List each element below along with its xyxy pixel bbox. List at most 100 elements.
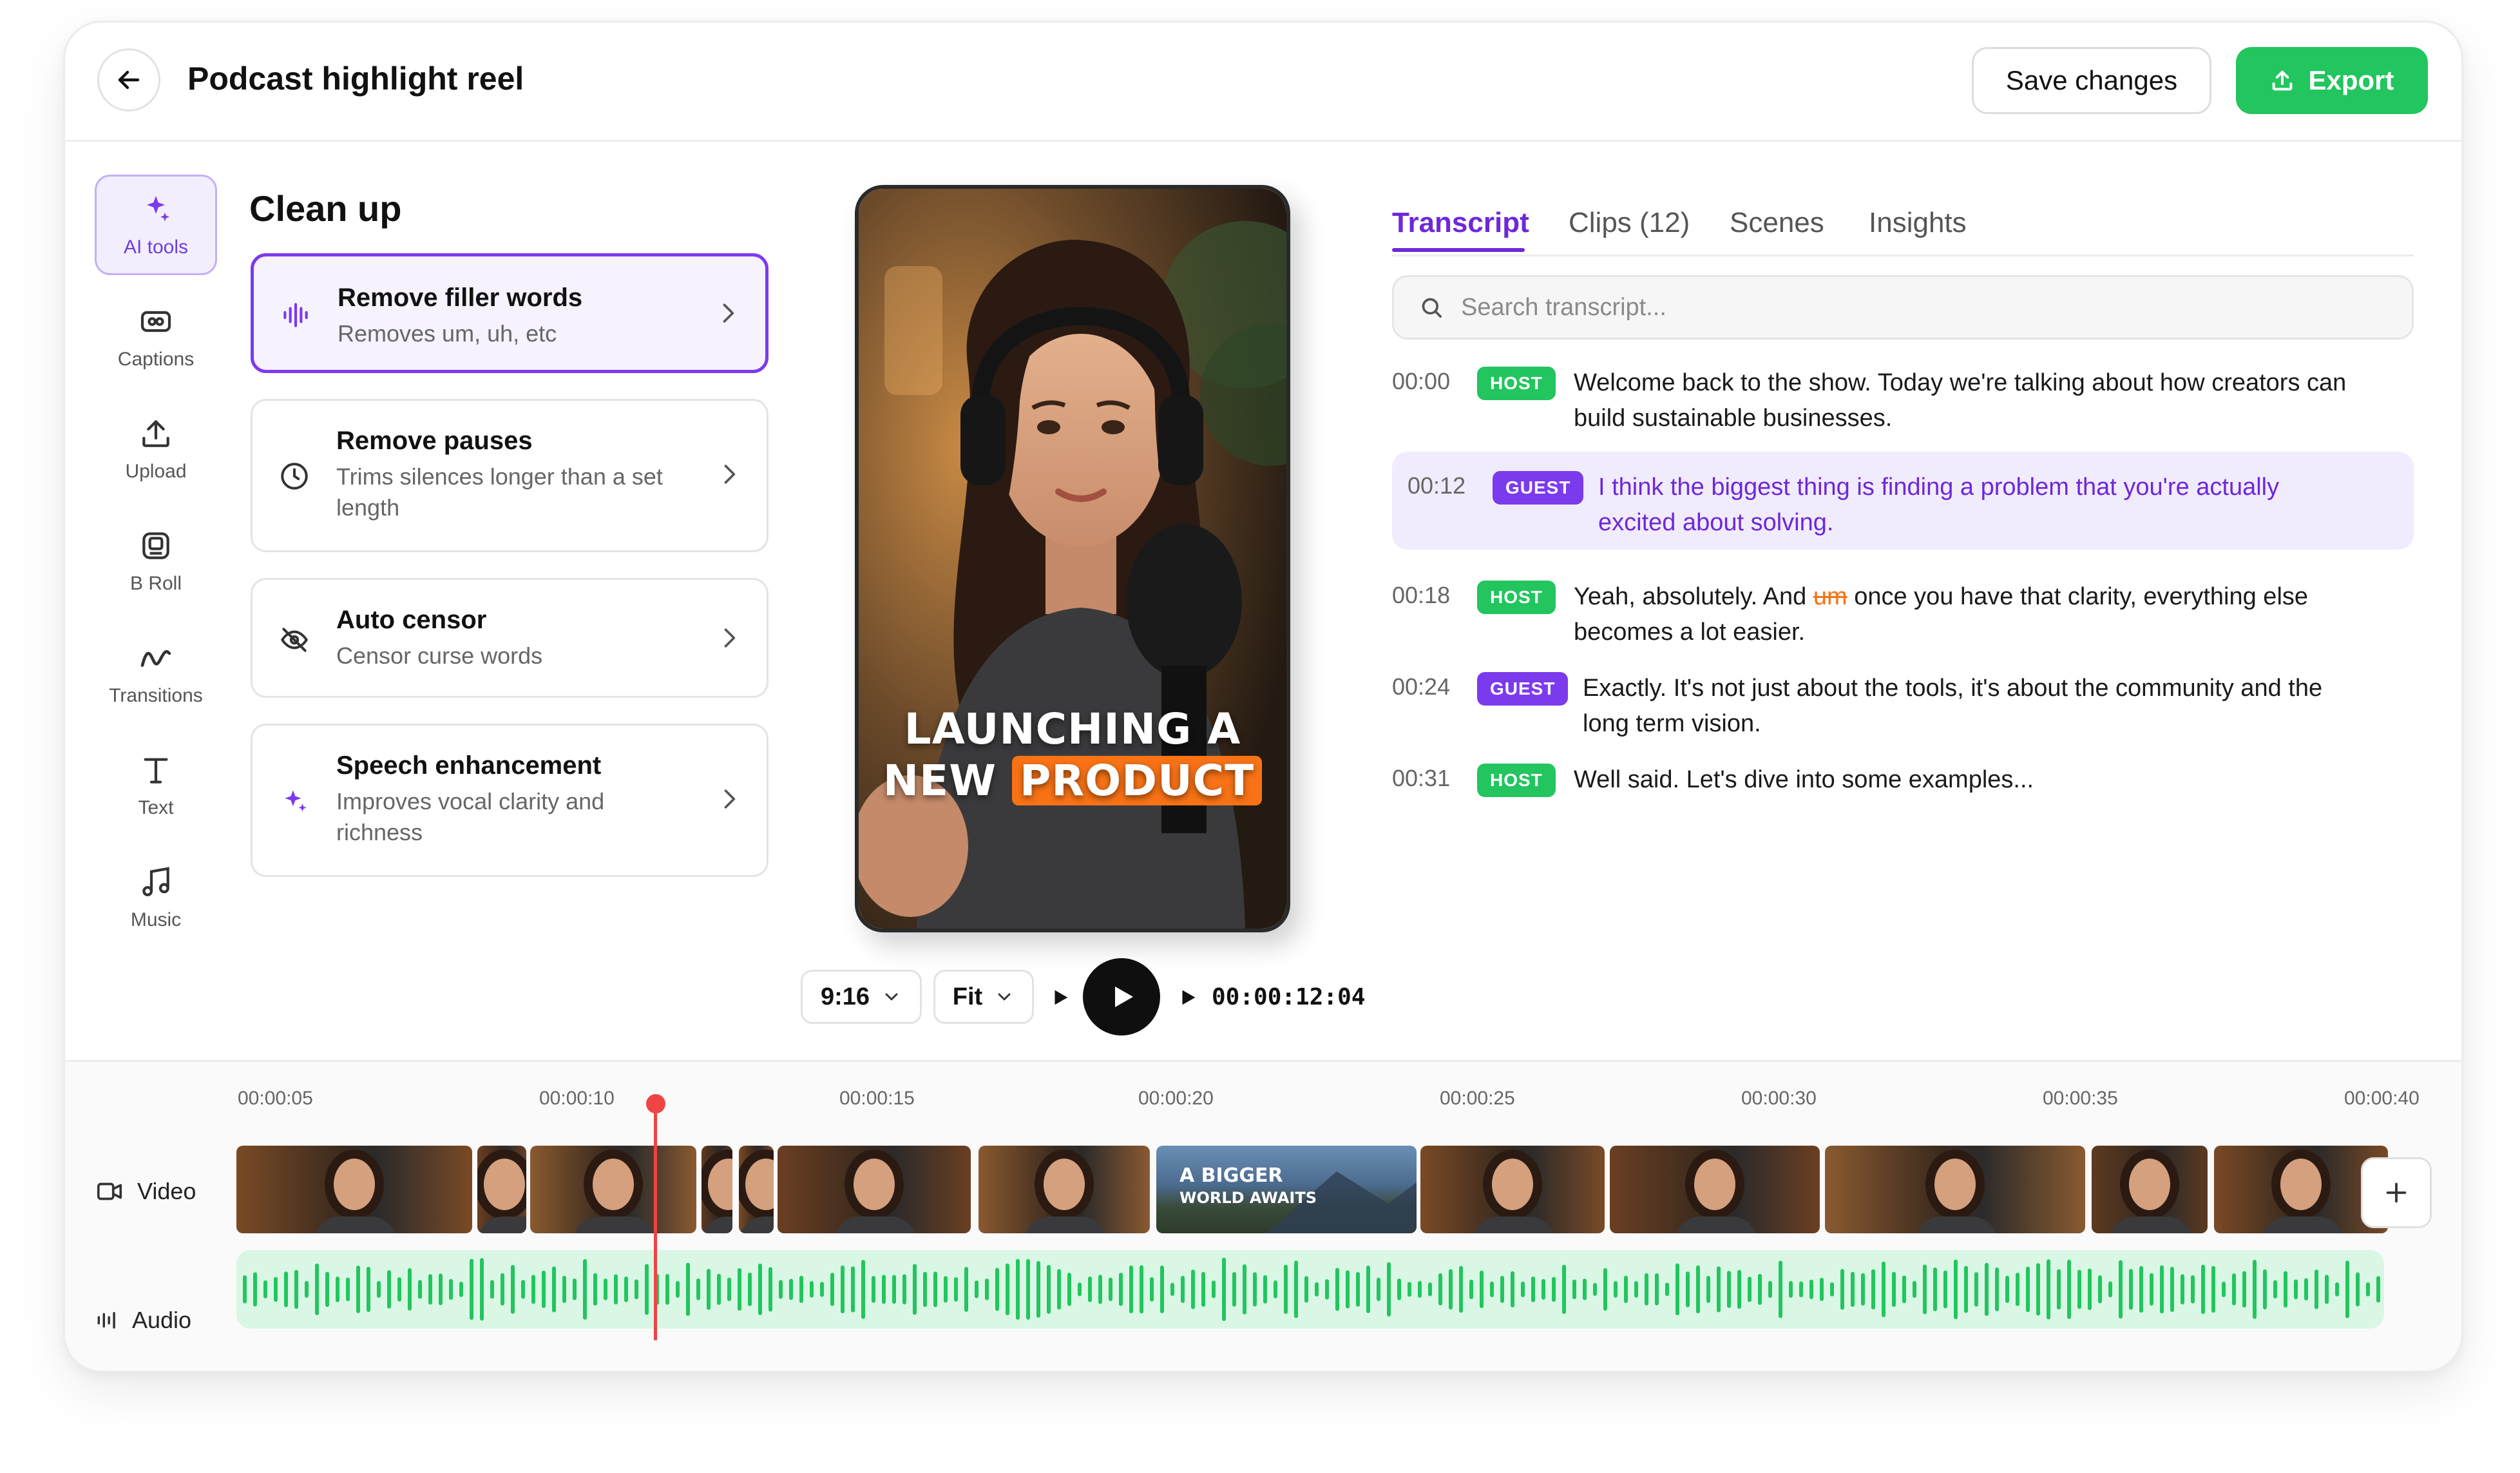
rail-item-transitions[interactable]: Transitions: [95, 623, 217, 724]
waveform-bar: [1366, 1266, 1370, 1313]
audio-waveform[interactable]: [236, 1250, 2384, 1329]
play-button[interactable]: [1083, 958, 1160, 1035]
waveform-bar: [645, 1264, 649, 1315]
clip-face: [1492, 1159, 1533, 1210]
video-camera-icon: [97, 1182, 122, 1200]
transcript-text: Well said. Let's dive into some examples…: [1574, 762, 2411, 798]
waveform-bar: [377, 1280, 381, 1298]
add-clip-button[interactable]: [2361, 1157, 2432, 1228]
waveform-bar: [933, 1271, 937, 1307]
back-button[interactable]: [97, 48, 160, 111]
step-back-icon[interactable]: [1049, 987, 1071, 1008]
fit-select[interactable]: Fit: [933, 970, 1034, 1024]
video-clip[interactable]: [1825, 1146, 2085, 1233]
rail-item-upload[interactable]: Upload: [95, 399, 217, 499]
waveform-bar: [1655, 1273, 1659, 1305]
waveform-bar: [2005, 1275, 2009, 1304]
video-clip[interactable]: [778, 1146, 971, 1233]
waveform-bar: [1985, 1262, 1989, 1316]
waveform-bar: [1263, 1275, 1267, 1304]
timecode: 00:00:12:04: [1212, 984, 1366, 1010]
waveform-bar: [1325, 1279, 1329, 1300]
waveform-bar: [2191, 1275, 2195, 1304]
tool-card-auto-censor[interactable]: Auto censor Censor curse words: [251, 578, 768, 698]
rail-item-captions[interactable]: Captions: [95, 287, 217, 387]
tab-insights[interactable]: Insights: [1869, 207, 1967, 239]
waveform-bar: [1665, 1282, 1669, 1296]
waveform-bar: [789, 1278, 793, 1300]
save-changes-button[interactable]: Save changes: [1972, 47, 2211, 114]
rail-item-music[interactable]: Music: [95, 847, 217, 948]
waveform-bar: [397, 1277, 401, 1302]
waveform-bar: [841, 1265, 845, 1314]
export-button[interactable]: Export: [2236, 47, 2428, 114]
waveform-bar: [449, 1278, 453, 1300]
timeline[interactable]: 00:00:05 00:00:10 00:00:15 00:00:20 00:0…: [65, 1060, 2461, 1371]
video-preview[interactable]: LAUNCHING A NEW PRODUCT: [855, 185, 1290, 932]
transcript-line-active[interactable]: 00:12 GUEST I think the biggest thing is…: [1392, 452, 2414, 550]
waveform-bar: [2036, 1263, 2040, 1316]
rail-label: Music: [130, 909, 182, 930]
waveform-bar: [1706, 1275, 1710, 1304]
transcript-line[interactable]: 00:18 HOST Yeah, absolutely. And um once…: [1392, 572, 2414, 649]
rail-label: Text: [138, 797, 174, 818]
waveform-bar: [2057, 1269, 2061, 1310]
tab-scenes[interactable]: Scenes: [1730, 207, 1824, 239]
video-clip[interactable]: [739, 1146, 774, 1233]
waveform-bar: [1933, 1267, 1937, 1311]
waveform-bar: [2294, 1279, 2298, 1300]
waveform-bar: [243, 1275, 247, 1304]
filler-word[interactable]: um: [1813, 583, 1847, 610]
waveform-icon: [283, 303, 308, 327]
video-clip[interactable]: [236, 1146, 472, 1233]
waveform-bar: [604, 1278, 607, 1300]
transcript-line[interactable]: 00:24 GUEST Exactly. It's not just about…: [1392, 663, 2414, 740]
video-clip[interactable]: [1420, 1146, 1605, 1233]
transcript-line[interactable]: 00:31 HOST Well said. Let's dive into so…: [1392, 755, 2414, 800]
playhead[interactable]: [654, 1104, 657, 1340]
track-name: Video: [137, 1178, 196, 1204]
clip-face: [708, 1159, 732, 1210]
rail-item-text[interactable]: Text: [95, 735, 217, 836]
page-title: Podcast highlight reel: [187, 61, 524, 97]
video-clip[interactable]: [978, 1146, 1150, 1233]
waveform-bar: [315, 1263, 319, 1316]
waveform-bar: [336, 1276, 339, 1302]
tab-transcript[interactable]: Transcript: [1392, 207, 1529, 239]
video-clip[interactable]: [702, 1146, 732, 1233]
transcript-line[interactable]: 00:00 HOST Welcome back to the show. Tod…: [1392, 358, 2414, 435]
waveform-bar: [1109, 1277, 1112, 1302]
playhead-handle[interactable]: [646, 1094, 665, 1113]
waveform-bar: [2242, 1271, 2246, 1308]
clip-body: [2110, 1217, 2192, 1233]
waveform-bar: [2108, 1281, 2112, 1298]
video-clip[interactable]: [477, 1146, 526, 1233]
rail-item-b-roll[interactable]: B Roll: [95, 511, 217, 611]
video-clip[interactable]: [1610, 1146, 1820, 1233]
chevron-down-icon: [998, 993, 1011, 1001]
waveform-bar: [490, 1280, 494, 1299]
tool-card-remove-pauses[interactable]: Remove pauses Trims silences longer than…: [251, 399, 768, 552]
tool-card-remove-filler-words[interactable]: Remove filler words Removes um, uh, etc: [251, 253, 768, 373]
rail-item-ai-tools[interactable]: AI tools: [95, 175, 217, 275]
waveform-bar: [1449, 1269, 1453, 1310]
aspect-ratio-select[interactable]: 9:16: [801, 970, 922, 1024]
waveform-bar: [1861, 1273, 1865, 1306]
clip-face: [1694, 1159, 1735, 1210]
step-forward-icon[interactable]: [1177, 987, 1199, 1008]
video-clip[interactable]: [530, 1146, 696, 1233]
search-icon: [1422, 298, 1442, 318]
tool-card-speech-enhancement[interactable]: Speech enhancement Improves vocal clarit…: [251, 724, 768, 877]
waveform-bar: [861, 1260, 865, 1319]
waveform-bar: [2315, 1269, 2318, 1309]
search-input[interactable]: [1460, 293, 2364, 322]
waveform-bar: [1562, 1264, 1566, 1314]
transcript-search[interactable]: [1392, 275, 2414, 340]
waveform-bar: [480, 1258, 484, 1321]
video-clip[interactable]: [2092, 1146, 2208, 1233]
waveform-bar: [1748, 1276, 1752, 1302]
tab-clips[interactable]: Clips (12): [1569, 207, 1690, 239]
waveform-bar: [2345, 1260, 2349, 1318]
video-track-label: Video: [95, 1177, 196, 1206]
b-roll-clip[interactable]: A BIGGER WORLD AWAITS: [1156, 1146, 1417, 1233]
